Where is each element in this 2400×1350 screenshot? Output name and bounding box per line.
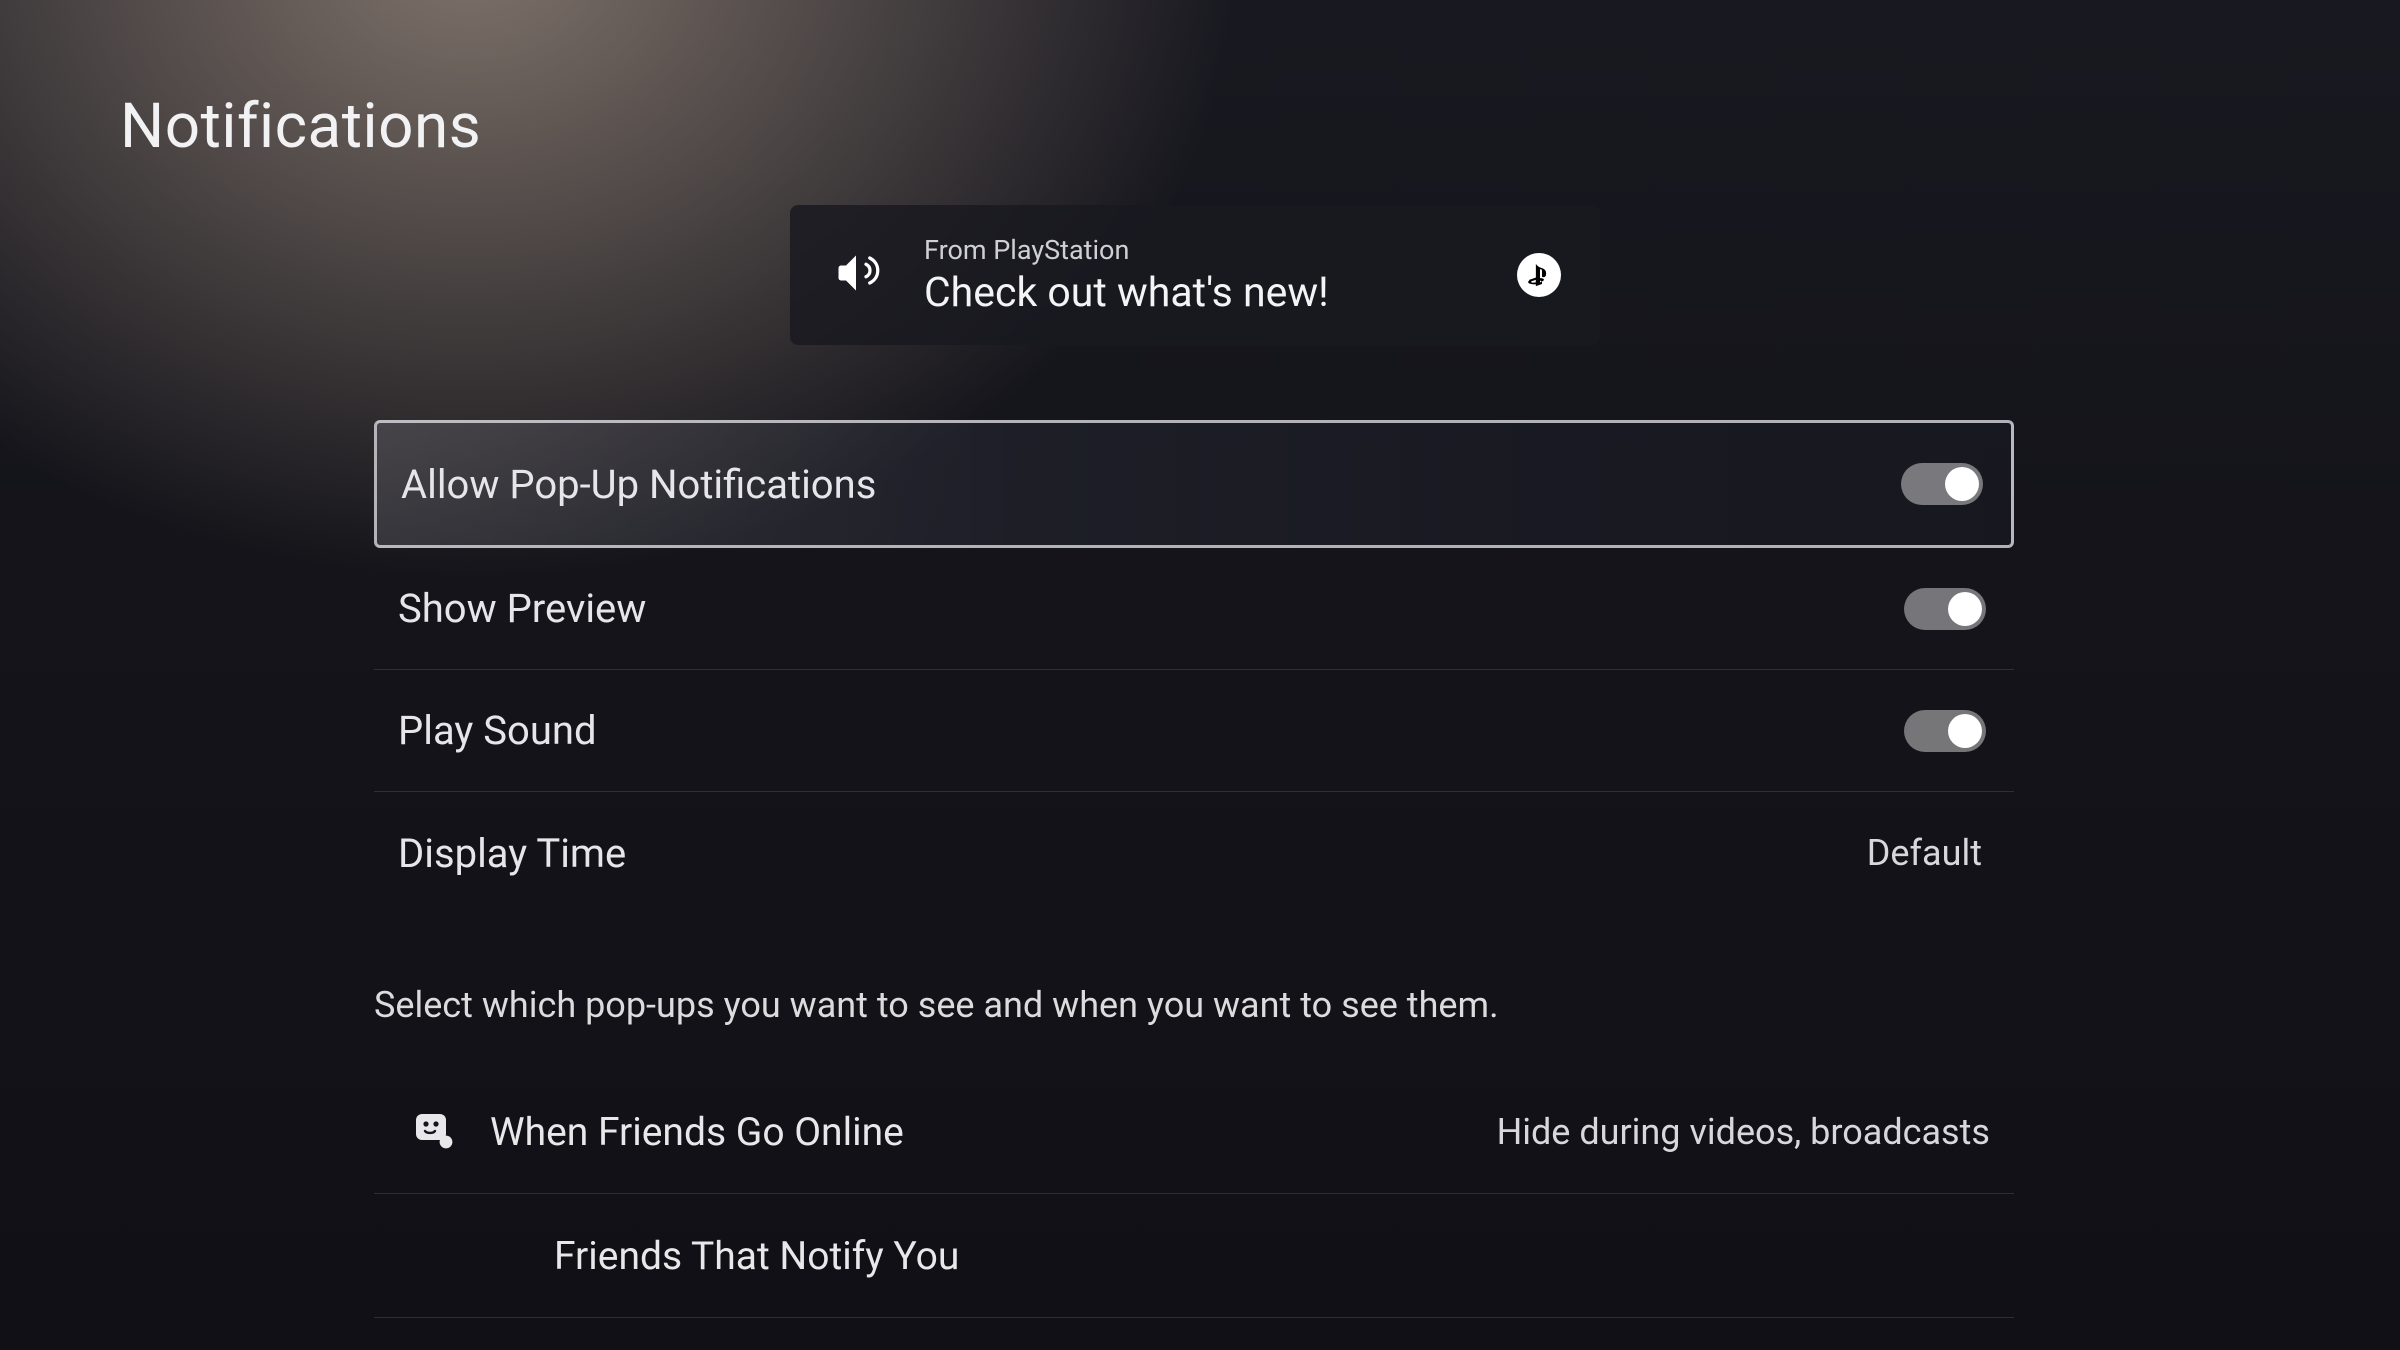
setting-row-allow-popup[interactable]: Allow Pop-Up Notifications	[374, 420, 2014, 548]
popup-label: Friends That Notify You	[554, 1233, 1990, 1279]
setting-row-play-sound[interactable]: Play Sound	[374, 670, 2014, 792]
setting-label: Play Sound	[398, 707, 1904, 754]
setting-label: Allow Pop-Up Notifications	[401, 461, 1901, 508]
playstation-logo-icon	[1517, 253, 1561, 297]
toggle-knob	[1948, 714, 1982, 748]
friend-online-icon	[410, 1106, 458, 1158]
toggle-knob	[1948, 592, 1982, 626]
popup-value: Hide during videos, broadcasts	[1497, 1111, 1990, 1153]
sample-notification-toast: From PlayStation Check out what's new!	[790, 205, 1600, 345]
popup-label: When Friends Go Online	[490, 1109, 1469, 1155]
setting-row-show-preview[interactable]: Show Preview	[374, 548, 2014, 670]
popup-row-friends-notify[interactable]: Friends That Notify You	[374, 1194, 2014, 1318]
megaphone-icon	[831, 243, 891, 307]
popup-types-list: When Friends Go Online Hide during videos…	[374, 1070, 2014, 1318]
section-description: Select which pop-ups you want to see and…	[374, 984, 2014, 1026]
toast-message: Check out what's new!	[924, 269, 1486, 317]
page-title: Notifications	[120, 90, 481, 163]
toggle-knob	[1945, 467, 1979, 501]
setting-value: Default	[1867, 832, 1982, 874]
popup-row-friends-online[interactable]: When Friends Go Online Hide during videos…	[374, 1070, 2014, 1194]
setting-label: Show Preview	[398, 585, 1904, 632]
toast-from-label: From PlayStation	[924, 234, 1486, 266]
show-preview-toggle[interactable]	[1904, 588, 1986, 630]
setting-row-display-time[interactable]: Display TimeDefault	[374, 792, 2014, 914]
settings-list: Allow Pop-Up Notifications Show Preview Pl…	[374, 420, 2014, 914]
setting-label: Display Time	[398, 830, 1867, 877]
allow-popup-toggle[interactable]	[1901, 463, 1983, 505]
play-sound-toggle[interactable]	[1904, 710, 1986, 752]
